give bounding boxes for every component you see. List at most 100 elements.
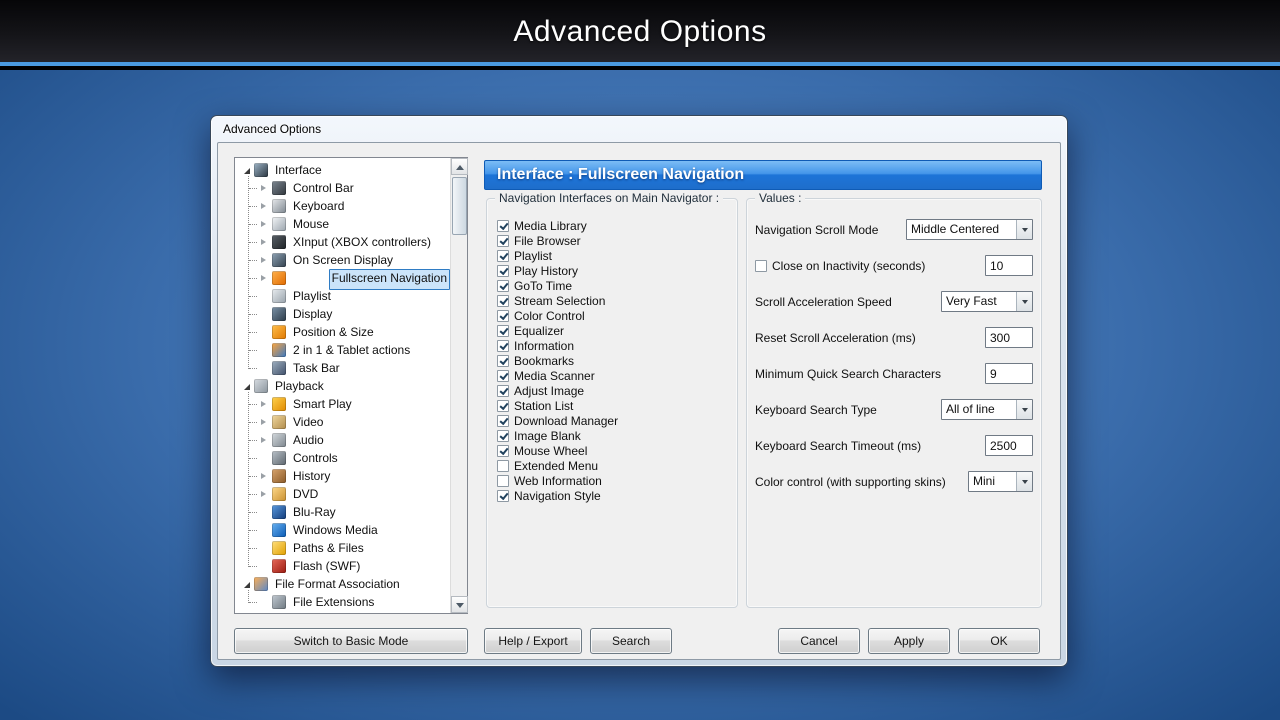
switch-to-basic-mode-button[interactable]: Switch to Basic Mode [234,628,468,654]
chevron-down-icon[interactable] [1016,292,1032,311]
nav-option-media-library[interactable]: Media Library [497,218,731,233]
search-button[interactable]: Search [590,628,672,654]
checkbox[interactable] [497,399,509,412]
collapse-arrow-icon[interactable] [259,471,269,481]
checkbox[interactable] [497,339,509,352]
tree-item-video[interactable]: Video [235,413,450,431]
help-export-button[interactable]: Help / Export [484,628,582,654]
collapse-arrow-icon[interactable] [259,417,269,427]
tree-item-mouse[interactable]: Mouse [235,215,450,233]
checkbox[interactable] [497,489,509,502]
nav-option-web-information[interactable]: Web Information [497,473,731,488]
checkbox[interactable] [497,324,509,337]
ok-button[interactable]: OK [958,628,1040,654]
nav-option-station-list[interactable]: Station List [497,398,731,413]
checkbox[interactable] [497,219,509,232]
tree-item-paths-files[interactable]: Paths & Files [235,539,450,557]
scroll-acceleration-speed-select[interactable]: Very Fast [941,291,1033,312]
checkbox[interactable] [497,249,509,262]
collapse-arrow-icon[interactable] [259,237,269,247]
collapse-arrow-icon[interactable] [259,489,269,499]
tree-item-control-bar[interactable]: Control Bar [235,179,450,197]
keyboard-search-type-select[interactable]: All of line [941,399,1033,420]
nav-option-equalizer[interactable]: Equalizer [497,323,731,338]
collapse-arrow-icon[interactable] [259,183,269,193]
nav-option-image-blank[interactable]: Image Blank [497,428,731,443]
tree-item-smart-play[interactable]: Smart Play [235,395,450,413]
tree-item-dvd[interactable]: DVD [235,485,450,503]
nav-option-media-scanner[interactable]: Media Scanner [497,368,731,383]
scroll-down-button[interactable] [451,596,468,613]
checkbox[interactable] [497,414,509,427]
cancel-button[interactable]: Cancel [778,628,860,654]
keyboard-search-timeout-ms-input[interactable] [985,435,1033,456]
nav-option-bookmarks[interactable]: Bookmarks [497,353,731,368]
checkbox[interactable] [497,429,509,442]
checkbox[interactable] [755,260,767,272]
tree-item-fullscreen-navigation[interactable]: Fullscreen Navigation [235,269,450,290]
collapse-arrow-icon[interactable] [259,273,269,283]
navigation-scroll-mode-select[interactable]: Middle Centered [906,219,1033,240]
reset-scroll-acceleration-ms-input[interactable] [985,327,1033,348]
nav-option-information[interactable]: Information [497,338,731,353]
nav-option-extended-menu[interactable]: Extended Menu [497,458,731,473]
tree-item-playlist[interactable]: Playlist [235,287,450,305]
tree-item-interface[interactable]: Interface [235,161,450,179]
tree-item-display[interactable]: Display [235,305,450,323]
tree-item-on-screen-display[interactable]: On Screen Display [235,251,450,269]
tree-item-history[interactable]: History [235,467,450,485]
nav-option-play-history[interactable]: Play History [497,263,731,278]
close-on-inactivity-seconds-input[interactable] [985,255,1033,276]
nav-option-goto-time[interactable]: GoTo Time [497,278,731,293]
nav-option-color-control[interactable]: Color Control [497,308,731,323]
nav-option-navigation-style[interactable]: Navigation Style [497,488,731,503]
checkbox[interactable] [497,309,509,322]
nav-option-file-browser[interactable]: File Browser [497,233,731,248]
nav-option-mouse-wheel[interactable]: Mouse Wheel [497,443,731,458]
tree-item-file-format-association[interactable]: File Format Association [235,575,450,593]
tree-item-playback[interactable]: Playback [235,377,450,395]
chevron-down-icon[interactable] [1016,472,1032,491]
collapse-arrow-icon[interactable] [259,435,269,445]
checkbox[interactable] [497,444,509,457]
tree-item-xinput-xbox-controllers[interactable]: XInput (XBOX controllers) [235,233,450,251]
expand-arrow-icon[interactable] [241,579,251,589]
tree-scrollbar[interactable] [450,158,468,613]
checkbox[interactable] [497,234,509,247]
checkbox[interactable] [497,294,509,307]
checkbox[interactable] [497,384,509,397]
nav-option-download-manager[interactable]: Download Manager [497,413,731,428]
apply-button[interactable]: Apply [868,628,950,654]
checkbox[interactable] [497,369,509,382]
tree-item-flash-swf[interactable]: Flash (SWF) [235,557,450,575]
checkbox[interactable] [497,459,509,472]
checkbox[interactable] [497,354,509,367]
nav-option-playlist[interactable]: Playlist [497,248,731,263]
tree-item-windows-media[interactable]: Windows Media [235,521,450,539]
expand-arrow-icon[interactable] [241,165,251,175]
scrollbar-thumb[interactable] [452,177,467,235]
expand-arrow-icon[interactable] [241,381,251,391]
checkbox[interactable] [497,264,509,277]
collapse-arrow-icon[interactable] [259,255,269,265]
nav-option-adjust-image[interactable]: Adjust Image [497,383,731,398]
checkbox[interactable] [497,279,509,292]
tree-item-2-in-1-tablet-actions[interactable]: 2 in 1 & Tablet actions [235,341,450,359]
tree-item-audio[interactable]: Audio [235,431,450,449]
chevron-down-icon[interactable] [1016,220,1032,239]
tree-item-keyboard[interactable]: Keyboard [235,197,450,215]
color-control-with-supporting-skins-select[interactable]: Mini [968,471,1033,492]
collapse-arrow-icon[interactable] [259,219,269,229]
collapse-arrow-icon[interactable] [259,201,269,211]
tree-item-file-extensions[interactable]: File Extensions [235,593,450,611]
tree-item-blu-ray[interactable]: Blu-Ray [235,503,450,521]
tree-item-position-size[interactable]: Position & Size [235,323,450,341]
minimum-quick-search-characters-input[interactable] [985,363,1033,384]
scroll-up-button[interactable] [451,158,468,175]
tree-item-controls[interactable]: Controls [235,449,450,467]
tree-item-task-bar[interactable]: Task Bar [235,359,450,377]
collapse-arrow-icon[interactable] [259,399,269,409]
chevron-down-icon[interactable] [1016,400,1032,419]
checkbox[interactable] [497,474,509,487]
nav-option-stream-selection[interactable]: Stream Selection [497,293,731,308]
